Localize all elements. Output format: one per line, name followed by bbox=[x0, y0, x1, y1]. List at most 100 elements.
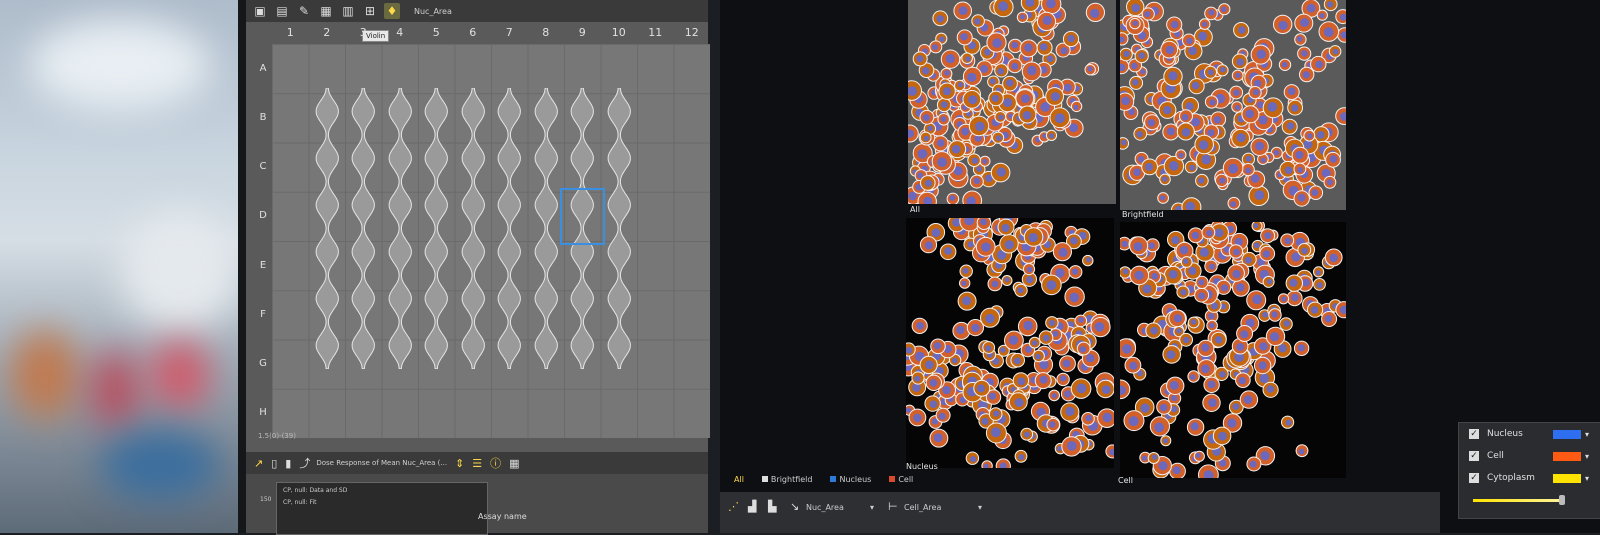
slider-handle[interactable] bbox=[1559, 495, 1565, 505]
violin-plot[interactable] bbox=[528, 88, 565, 370]
row-header[interactable]: E bbox=[254, 260, 272, 271]
dropdown-icon[interactable]: ▾ bbox=[870, 503, 874, 512]
image-label-all: All bbox=[910, 205, 920, 214]
image-label-brightfield: Brightfield bbox=[1122, 210, 1164, 219]
y-measure[interactable]: Cell_Area bbox=[904, 503, 941, 512]
row-header[interactable]: F bbox=[254, 309, 272, 320]
dose-response-icon[interactable]: ⤴ bbox=[299, 455, 310, 471]
well-icon[interactable]: ⊞ bbox=[362, 3, 378, 19]
violin-plot[interactable] bbox=[455, 88, 492, 370]
dropdown-icon[interactable]: ▾ bbox=[1585, 452, 1589, 461]
image-viewer: All Brightfield Nucleus Cell All Brightf… bbox=[720, 0, 1600, 533]
channel-dot bbox=[889, 475, 896, 482]
line-chart-icon[interactable]: ↗ bbox=[254, 457, 263, 470]
column-header[interactable]: 7 bbox=[491, 22, 528, 44]
row-header[interactable]: G bbox=[254, 358, 272, 369]
series-label: CP, null: Fit bbox=[283, 499, 317, 506]
dropdown-icon[interactable]: ▾ bbox=[1585, 430, 1589, 439]
column-header[interactable]: 11 bbox=[637, 22, 674, 44]
plate-toolbar: ▣ ▤ ✎ ▦ ▥ ⊞ ♦ Nuc_Area bbox=[246, 0, 708, 22]
column-header[interactable]: 4 bbox=[382, 22, 419, 44]
image-brightfield[interactable] bbox=[1120, 0, 1346, 210]
tab-label: All bbox=[734, 474, 744, 484]
column-header[interactable]: 3 bbox=[345, 22, 382, 44]
column-header[interactable]: 12 bbox=[674, 22, 711, 44]
channel-legend: ✓ Nucleus ▾ ✓ Cell ▾ ✓ Cytoplasm ▾ bbox=[1458, 422, 1600, 519]
image-all[interactable] bbox=[908, 0, 1116, 204]
dropdown-icon[interactable]: ▾ bbox=[1585, 474, 1589, 483]
legend-name: Cell bbox=[1487, 451, 1504, 461]
channel-dot bbox=[830, 475, 837, 482]
column-header[interactable]: 10 bbox=[601, 22, 638, 44]
histogram-icon[interactable]: ▟ bbox=[748, 500, 756, 513]
column-header[interactable]: 9 bbox=[564, 22, 601, 44]
cell-segmentation-image bbox=[1120, 0, 1346, 210]
tab-label: Brightfield bbox=[770, 474, 813, 484]
tab-label: Cell bbox=[898, 474, 914, 484]
grid-icon[interactable]: ▦ bbox=[318, 3, 334, 19]
table-icon[interactable]: ▤ bbox=[274, 3, 290, 19]
violin-plot[interactable] bbox=[601, 88, 638, 370]
blur-blob bbox=[120, 210, 240, 330]
tab-all[interactable]: All bbox=[730, 474, 748, 485]
check-icon[interactable]: ✓ bbox=[1469, 429, 1479, 439]
row-header[interactable]: C bbox=[254, 161, 272, 172]
color-swatch[interactable] bbox=[1553, 451, 1581, 461]
dropdown-icon[interactable]: ▾ bbox=[978, 503, 982, 512]
blur-blob bbox=[100, 430, 220, 500]
viewer-toolbar: ⋰ ▟ ▙ ↘ Nuc_Area ▾ ⊢ Cell_Area ▾ bbox=[720, 492, 1440, 533]
violin-plot[interactable] bbox=[345, 88, 382, 370]
cell-segmentation-image bbox=[908, 0, 1105, 204]
list-icon[interactable]: ☰ bbox=[472, 457, 482, 470]
tab-cell[interactable]: Cell bbox=[885, 474, 917, 485]
series-label: CP, null: Data and SD bbox=[283, 487, 348, 494]
image-icon[interactable]: ▣ bbox=[252, 3, 268, 19]
bar-chart-icon[interactable]: ▙ bbox=[768, 500, 776, 513]
column-header[interactable]: 8 bbox=[528, 22, 565, 44]
row-header[interactable]: D bbox=[254, 210, 272, 221]
dose-response-label[interactable]: Dose Response of Mean Nuc_Area (... bbox=[316, 459, 447, 467]
opacity-slider[interactable] bbox=[1473, 499, 1565, 502]
y-tick: 150 bbox=[260, 496, 272, 503]
tab-nucleus[interactable]: Nucleus bbox=[826, 474, 875, 485]
legend-row-cytoplasm[interactable]: ✓ Cytoplasm ▾ bbox=[1469, 473, 1589, 483]
violin-plot[interactable] bbox=[382, 88, 419, 370]
legend-row-cell[interactable]: ✓ Cell ▾ bbox=[1469, 451, 1589, 461]
color-swatch[interactable] bbox=[1553, 473, 1581, 483]
violin-plot[interactable] bbox=[309, 88, 346, 370]
x-measure[interactable]: Nuc_Area bbox=[806, 503, 844, 512]
column-header[interactable]: 6 bbox=[455, 22, 492, 44]
info-icon[interactable]: ⓘ bbox=[490, 455, 501, 471]
column-header[interactable]: 5 bbox=[418, 22, 455, 44]
row-header[interactable]: B bbox=[254, 112, 272, 123]
layout-icon[interactable]: ▥ bbox=[340, 3, 356, 19]
violin-plot[interactable] bbox=[491, 88, 528, 370]
legend-name: Nucleus bbox=[1487, 429, 1523, 439]
plate-panel: ▣ ▤ ✎ ▦ ▥ ⊞ ♦ Nuc_Area Violin 1234567891… bbox=[246, 0, 711, 535]
x-axis-icon[interactable]: ↘ bbox=[790, 500, 799, 513]
table-grid-icon[interactable]: ▦ bbox=[509, 457, 519, 470]
row-header[interactable]: H bbox=[254, 407, 272, 418]
bar-icon[interactable]: ▮ bbox=[285, 457, 291, 470]
row-header[interactable]: A bbox=[254, 63, 272, 74]
violin-icon[interactable]: ♦ bbox=[384, 3, 400, 19]
color-swatch[interactable] bbox=[1553, 429, 1581, 439]
image-cell[interactable] bbox=[1120, 222, 1346, 478]
check-icon[interactable]: ✓ bbox=[1469, 473, 1479, 483]
column-header[interactable]: 1 bbox=[272, 22, 309, 44]
y-axis-icon[interactable]: ⊢ bbox=[888, 500, 898, 513]
paint-icon[interactable]: ✎ bbox=[296, 3, 312, 19]
selected-well[interactable] bbox=[560, 187, 605, 245]
tab-brightfield[interactable]: Brightfield bbox=[758, 474, 817, 485]
check-icon[interactable]: ✓ bbox=[1469, 451, 1479, 461]
scatter-icon[interactable]: ⋰ bbox=[728, 500, 739, 513]
violin-plot[interactable] bbox=[418, 88, 455, 370]
document-icon[interactable]: ▯ bbox=[271, 457, 277, 470]
monitor-bezel bbox=[238, 0, 246, 533]
image-nucleus[interactable] bbox=[906, 218, 1114, 468]
legend-row-nucleus[interactable]: ✓ Nucleus ▾ bbox=[1469, 429, 1589, 439]
status-line: 1.5(0)-(39) bbox=[258, 432, 296, 440]
range-icon[interactable]: ⇕ bbox=[455, 457, 464, 470]
column-header[interactable]: 2 bbox=[309, 22, 346, 44]
legend-name: Cytoplasm bbox=[1487, 473, 1535, 483]
